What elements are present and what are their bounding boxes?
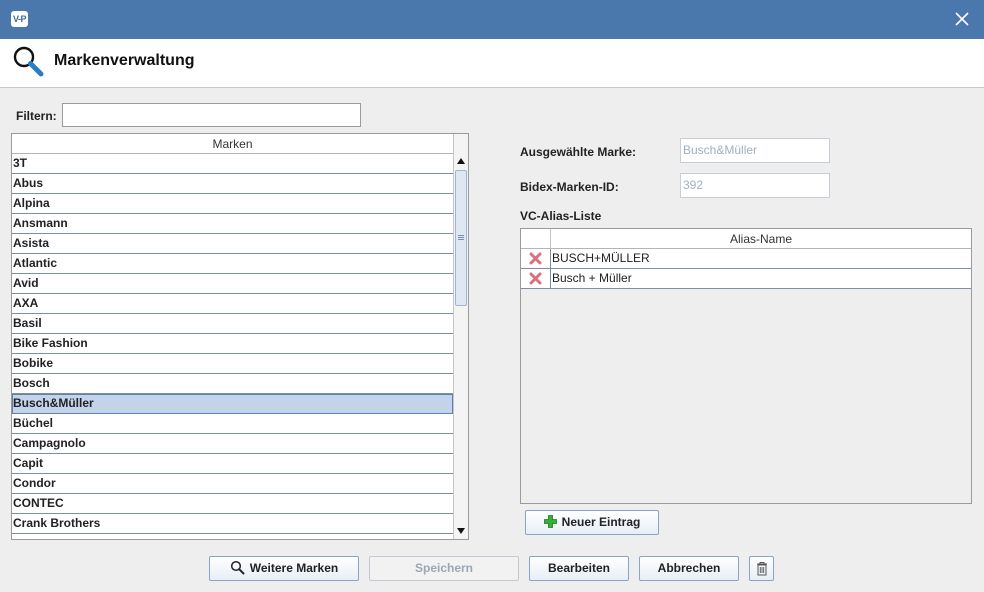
scrollbar-thumb[interactable] xyxy=(455,170,467,306)
alias-table: Alias-Name BUSCH+MÜLLER Busch + Müller xyxy=(520,228,972,504)
bidex-id-field: 392 xyxy=(680,173,830,198)
plus-icon xyxy=(543,515,557,529)
search-icon xyxy=(230,561,245,575)
alias-action-column-header xyxy=(521,229,551,249)
brand-list-item[interactable]: Basil xyxy=(12,314,453,334)
delete-alias-button[interactable] xyxy=(521,269,551,288)
save-button[interactable]: Speichern xyxy=(369,556,519,581)
brand-list-item[interactable]: Büchel xyxy=(12,414,453,434)
brand-list-item[interactable]: Alpina xyxy=(12,194,453,214)
brand-list-item[interactable]: Bosch xyxy=(12,374,453,394)
brand-column-header[interactable]: Marken xyxy=(12,134,453,154)
brand-list: Marken 3T Abus Alpina Ansmann Asista Atlantic… xyxy=(11,133,469,540)
scroll-up-arrow-icon[interactable] xyxy=(457,158,465,164)
brand-list-item[interactable]: CONTEC xyxy=(12,494,453,514)
delete-x-icon xyxy=(529,252,542,265)
brand-list-item[interactable]: Ansmann xyxy=(12,214,453,234)
edit-button[interactable]: Bearbeiten xyxy=(529,556,629,581)
delete-alias-button[interactable] xyxy=(521,249,551,268)
delete-button[interactable] xyxy=(749,556,774,581)
brand-list-item[interactable]: AXA xyxy=(12,294,453,314)
alias-table-header: Alias-Name xyxy=(521,229,971,249)
trash-icon xyxy=(757,562,767,576)
grip-icon xyxy=(458,235,464,240)
bidex-id-label: Bidex-Marken-ID: xyxy=(520,180,619,194)
brand-list-item[interactable]: Bike Fashion xyxy=(12,334,453,354)
brand-list-scrollbar[interactable] xyxy=(453,134,468,539)
brand-list-item[interactable]: Busch&Müller xyxy=(12,394,453,414)
dialog-header: Markenverwaltung xyxy=(0,39,984,88)
selected-brand-label: Ausgewählte Marke: xyxy=(520,145,637,159)
new-entry-button[interactable]: Neuer Eintrag xyxy=(525,510,659,535)
brand-list-item[interactable]: Condor xyxy=(12,474,453,494)
brand-list-item[interactable]: Avid xyxy=(12,274,453,294)
alias-table-row[interactable]: Busch + Müller xyxy=(521,269,971,289)
brand-list-item[interactable]: Campagnolo xyxy=(12,434,453,454)
cancel-button[interactable]: Abbrechen xyxy=(639,556,739,581)
close-icon[interactable] xyxy=(951,8,973,30)
selected-brand-field: Busch&Müller xyxy=(680,138,830,163)
brand-list-item[interactable]: Asista xyxy=(12,234,453,254)
alias-name-cell[interactable]: BUSCH+MÜLLER xyxy=(552,249,650,268)
filter-label: Filtern: xyxy=(16,109,57,123)
more-brands-label: Weitere Marken xyxy=(249,561,339,575)
title-bar: V-P xyxy=(0,0,984,39)
brand-list-item[interactable]: 3T xyxy=(12,154,453,174)
filter-input[interactable] xyxy=(62,103,361,127)
brand-rows: 3T Abus Alpina Ansmann Asista Atlantic Avid AXA… xyxy=(12,154,453,534)
new-entry-label: Neuer Eintrag xyxy=(561,515,641,529)
app-icon: V-P xyxy=(11,11,28,27)
alias-list-label: VC-Alias-Liste xyxy=(520,209,602,223)
alias-name-cell[interactable]: Busch + Müller xyxy=(552,269,632,288)
brand-list-item[interactable]: Crank Brothers xyxy=(12,514,453,534)
magnifier-icon xyxy=(13,46,44,77)
brand-list-item[interactable]: Atlantic xyxy=(12,254,453,274)
brand-list-item[interactable]: Bobike xyxy=(12,354,453,374)
alias-name-column-header[interactable]: Alias-Name xyxy=(551,229,971,249)
alias-table-row[interactable]: BUSCH+MÜLLER xyxy=(521,249,971,269)
scroll-down-arrow-icon[interactable] xyxy=(457,528,465,534)
brand-list-item[interactable]: Capit xyxy=(12,454,453,474)
brand-list-item[interactable]: Abus xyxy=(12,174,453,194)
delete-x-icon xyxy=(529,272,542,285)
page-title: Markenverwaltung xyxy=(54,52,195,69)
more-brands-button[interactable]: Weitere Marken xyxy=(209,556,359,581)
